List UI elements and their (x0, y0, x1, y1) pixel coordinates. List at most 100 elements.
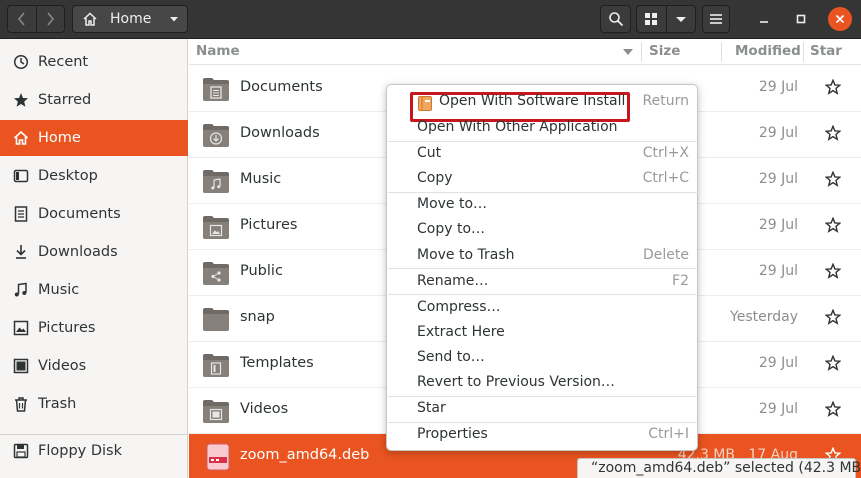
file-modified: Yesterday (730, 309, 798, 325)
view-buttons (636, 5, 696, 33)
deb-package-icon (206, 443, 230, 471)
hamburger-menu-icon (710, 14, 722, 24)
view-toggle-button[interactable] (637, 6, 666, 32)
sidebar-item-label: Home (38, 130, 81, 146)
star-outline-icon[interactable] (825, 401, 841, 417)
folder-pictures-icon (203, 216, 229, 239)
menu-item-star[interactable]: Star (387, 397, 697, 422)
column-separator (721, 42, 722, 62)
sidebar-item-label: Starred (38, 92, 92, 108)
context-menu: Open With Software Install Return Open W… (386, 84, 698, 451)
menu-item-copy[interactable]: Copy Ctrl+C (387, 167, 697, 192)
menu-item-rename[interactable]: Rename… F2 (387, 270, 697, 295)
sidebar-item-desktop[interactable]: Desktop (0, 158, 188, 194)
sidebar-item-label: Recent (38, 54, 89, 70)
column-separator (803, 42, 804, 62)
sidebar-item-label: Trash (38, 396, 77, 412)
home-icon (83, 12, 97, 26)
chevron-right-icon (47, 12, 55, 26)
sidebar-item-music[interactable]: Music (0, 272, 188, 308)
menu-item-cut[interactable]: Cut Ctrl+X (387, 142, 697, 167)
star-outline-icon[interactable] (825, 125, 841, 141)
column-name-header[interactable]: Name (196, 43, 240, 59)
menu-separator (388, 268, 698, 269)
menu-item-compress[interactable]: Compress… (387, 296, 697, 321)
sidebar-item-label: Videos (38, 358, 87, 374)
clock-icon (13, 54, 29, 70)
sidebar-item-videos[interactable]: Videos (0, 348, 188, 384)
column-size-header[interactable]: Size (649, 43, 680, 59)
sidebar-item-documents[interactable]: Documents (0, 196, 188, 232)
sidebar-item-recent[interactable]: Recent (0, 44, 188, 80)
minimize-button[interactable] (752, 7, 776, 31)
menu-item-label: Cut (417, 145, 442, 161)
menu-item-properties[interactable]: Properties Ctrl+I (387, 423, 697, 448)
search-button[interactable] (600, 5, 631, 33)
maximize-button[interactable] (789, 7, 813, 31)
view-options-button[interactable] (665, 6, 695, 32)
file-name: Pictures (240, 217, 298, 233)
folder-videos-icon (203, 400, 229, 423)
chevron-left-icon (18, 12, 25, 26)
menu-item-extract-here[interactable]: Extract Here (387, 321, 697, 346)
file-name: Documents (240, 79, 323, 95)
menu-item-move-to-trash[interactable]: Move to Trash Delete (387, 244, 697, 269)
column-modified-header[interactable]: Modified (735, 43, 801, 59)
sidebar-item-trash[interactable]: Trash (0, 386, 188, 422)
star-outline-icon[interactable] (825, 309, 841, 325)
menu-item-revert-to-previous-version[interactable]: Revert to Previous Version… (387, 371, 697, 396)
menu-item-shortcut: Ctrl+C (642, 170, 689, 186)
star-outline-icon[interactable] (825, 217, 841, 233)
file-modified: 29 Jul (758, 79, 798, 95)
menu-item-open-with-other-application[interactable]: Open With Other Application (387, 116, 697, 141)
star-outline-icon[interactable] (825, 355, 841, 371)
menu-item-label: Revert to Previous Version… (417, 374, 615, 390)
menu-item-send-to[interactable]: Send to… (387, 346, 697, 371)
menu-item-label: Open With Software Install (439, 93, 626, 109)
menu-item-label: Rename… (417, 273, 489, 289)
search-icon (608, 12, 623, 27)
folder-music-icon (203, 170, 229, 193)
sidebar-item-downloads[interactable]: Downloads (0, 234, 188, 270)
document-icon (13, 206, 29, 222)
menu-item-shortcut: Ctrl+X (642, 145, 689, 161)
sidebar-item-pictures[interactable]: Pictures (0, 310, 188, 346)
file-modified: 29 Jul (758, 217, 798, 233)
file-name: Music (240, 171, 282, 187)
home-icon (13, 130, 29, 146)
menu-item-move-to[interactable]: Move to… (387, 193, 697, 218)
chevron-down-icon (170, 17, 179, 22)
floppy-icon (13, 443, 29, 459)
file-modified: 29 Jul (758, 125, 798, 141)
menu-item-label: Move to… (417, 196, 488, 212)
menu-item-open-with-software-install[interactable]: Open With Software Install Return (387, 90, 697, 122)
sidebar-item-floppy-disk[interactable]: Floppy Disk (0, 433, 188, 469)
video-icon (13, 358, 29, 374)
menu-item-label: Copy to… (417, 221, 486, 237)
menu-item-label: Send to… (417, 349, 485, 365)
menu-item-copy-to[interactable]: Copy to… (387, 218, 697, 243)
music-icon (13, 282, 29, 298)
close-button[interactable] (828, 7, 852, 31)
back-button[interactable] (8, 6, 36, 32)
close-icon (835, 14, 845, 24)
menu-item-label: Copy (417, 170, 453, 186)
menu-separator (388, 294, 698, 295)
location-button[interactable]: Home (72, 5, 188, 33)
menu-item-shortcut: Ctrl+I (648, 426, 689, 442)
sidebar-item-starred[interactable]: Starred (0, 82, 188, 118)
file-name: Public (240, 263, 283, 279)
star-outline-icon[interactable] (825, 79, 841, 95)
column-star-header[interactable]: Star (810, 43, 842, 59)
main-menu-button[interactable] (702, 5, 730, 33)
forward-button[interactable] (35, 6, 64, 32)
folder-documents-icon (203, 78, 229, 101)
star-outline-icon[interactable] (825, 171, 841, 187)
selection-status: “zoom_amd64.deb” selected (42.3 MB) (577, 458, 861, 478)
sidebar-item-home[interactable]: Home (0, 120, 188, 156)
sidebar-item-label: Pictures (38, 320, 96, 336)
location-label: Home (110, 11, 152, 27)
folder-downloads-icon (203, 124, 229, 147)
star-outline-icon[interactable] (825, 263, 841, 279)
file-modified: 29 Jul (758, 263, 798, 279)
